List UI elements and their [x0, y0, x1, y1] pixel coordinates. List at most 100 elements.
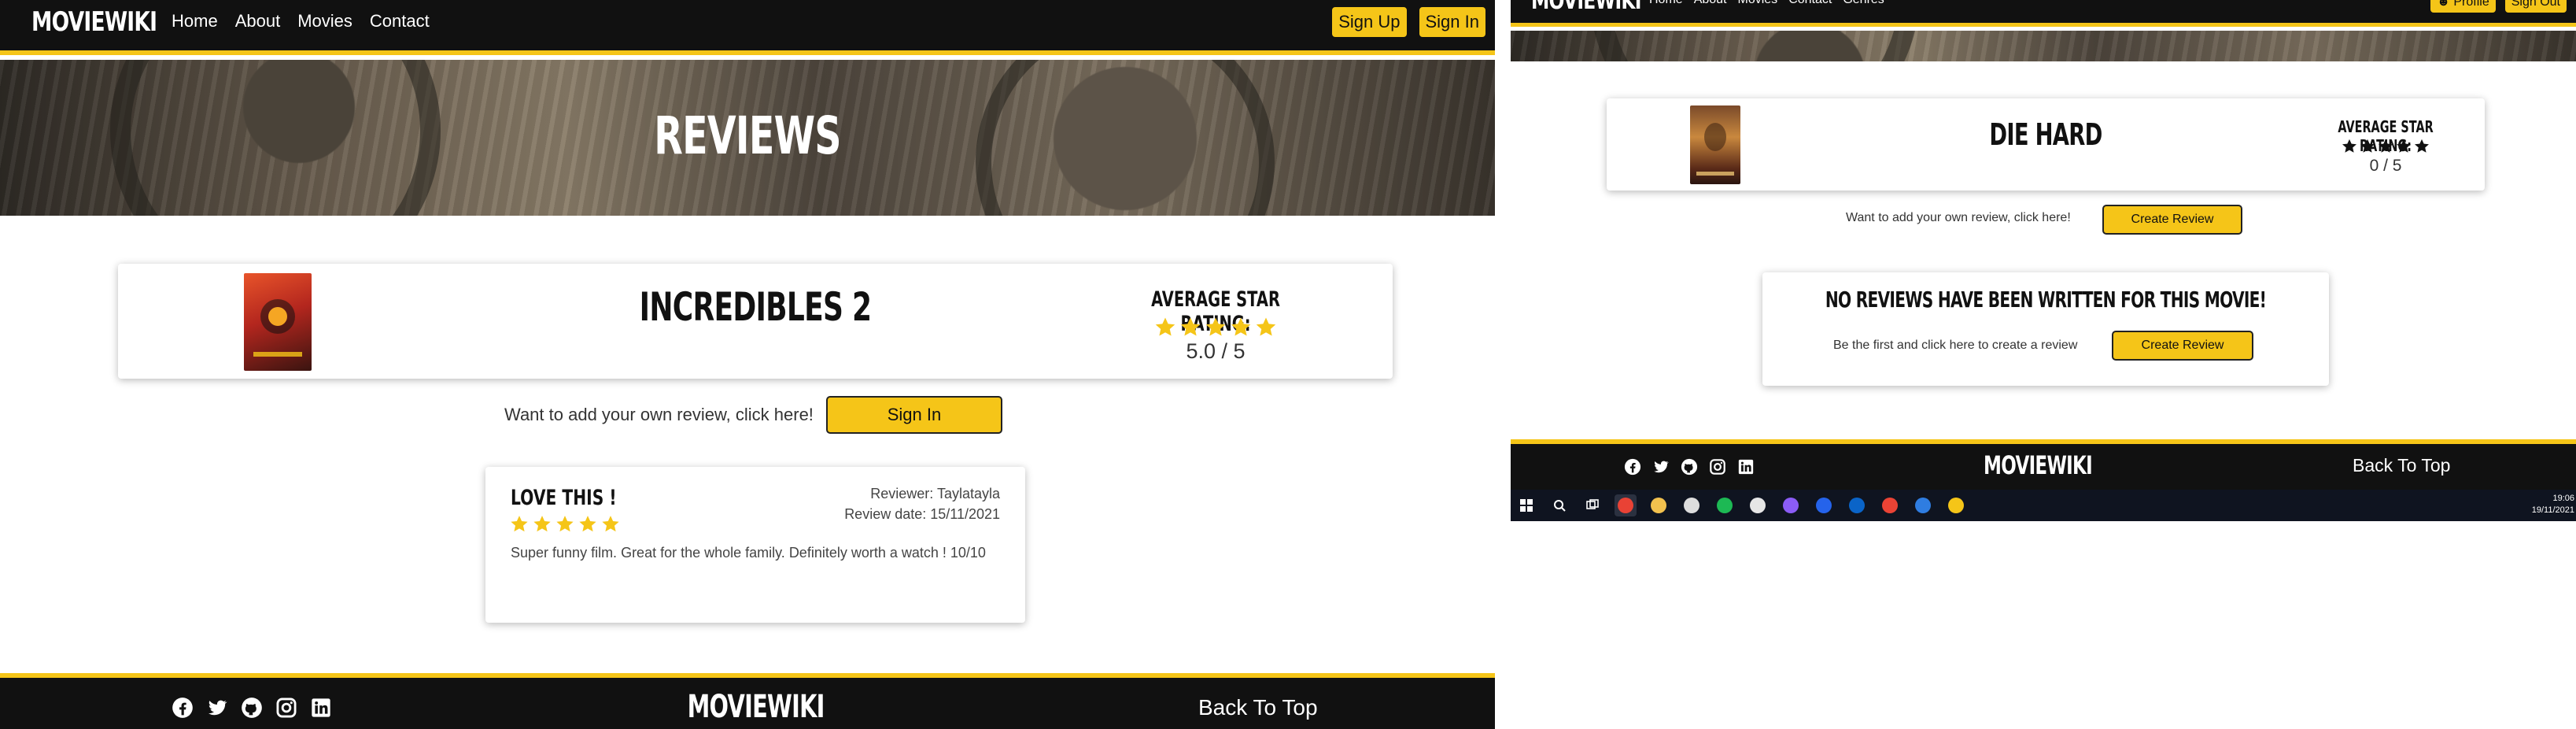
nav-link-home[interactable]: Home: [1649, 0, 1683, 7]
nav-link-genres[interactable]: Genres: [1843, 0, 1884, 7]
back-to-top-link[interactable]: Back To Top: [1198, 695, 1318, 720]
poster-art-icon: [253, 299, 302, 357]
brand-logo[interactable]: MOVIEWIKI: [31, 6, 157, 38]
file-explorer-icon[interactable]: [1648, 494, 1670, 516]
instagram-icon[interactable]: [1709, 458, 1726, 476]
film-reel-image: [1589, 31, 1920, 61]
average-rating-stars: [1094, 316, 1338, 342]
movie-poster: [1690, 105, 1740, 184]
nav-link-about[interactable]: About: [235, 11, 281, 31]
user-icon: ☻: [2437, 0, 2454, 9]
social-links: [172, 697, 332, 719]
nav-link-contact[interactable]: Contact: [370, 11, 430, 31]
average-rating-value: 5.0 / 5: [1186, 339, 1246, 363]
star-empty-icon: [2395, 138, 2412, 158]
star-empty-icon: [2377, 138, 2394, 158]
star-empty-icon: [2413, 138, 2430, 158]
star-empty-icon: [2359, 138, 2376, 158]
navbar: MOVIEWIKI Home About Movies Contact Genr…: [1511, 0, 2576, 27]
profile-button[interactable]: ☻ Profile: [2429, 0, 2497, 14]
clock-date: 19/11/2021: [2531, 505, 2574, 515]
create-review-button[interactable]: Create Review: [2102, 205, 2242, 235]
star-filled-icon: [555, 514, 575, 538]
footer: MOVIEWIKI Back To Top: [0, 673, 1495, 729]
chrome-icon[interactable]: [1615, 494, 1637, 516]
store-icon[interactable]: [1681, 494, 1703, 516]
star-empty-icon: [2341, 138, 2358, 158]
task-view-icon[interactable]: [1581, 494, 1604, 516]
no-reviews-text: Be the first and click here to create a …: [1833, 339, 2078, 352]
social-links: [1624, 458, 1755, 476]
windows-start-icon[interactable]: [1515, 494, 1537, 516]
hero-banner: REVIEWS: [0, 60, 1495, 216]
linkedin-icon[interactable]: [310, 697, 332, 719]
profile-button-label: Profile: [2453, 0, 2489, 9]
github-icon[interactable]: [241, 697, 263, 719]
twitter-icon[interactable]: [206, 697, 228, 719]
nav-link-about[interactable]: About: [1694, 0, 1727, 7]
back-to-top-link[interactable]: Back To Top: [2353, 455, 2450, 476]
app-icon[interactable]: [1747, 494, 1769, 516]
nav-link-home[interactable]: Home: [172, 11, 218, 31]
nav-links: Home About Movies Contact Genres: [1649, 0, 1884, 7]
star-filled-icon: [578, 514, 598, 538]
instagram-icon[interactable]: [275, 697, 297, 719]
create-review-button[interactable]: Create Review: [2112, 331, 2253, 361]
movie-title: DIE HARD: [1989, 117, 2102, 152]
review-date: Review date: 15/11/2021: [844, 506, 1000, 522]
nav-link-movies[interactable]: Movies: [1738, 0, 1778, 7]
sign-out-button[interactable]: Sign Out: [2503, 0, 2568, 14]
app-blue-icon[interactable]: [1813, 494, 1835, 516]
windows-taskbar: 19:06 19/11/2021: [1511, 490, 2576, 521]
footer-brand[interactable]: MOVIEWIKI: [1976, 450, 2100, 480]
sticky-notes-icon[interactable]: [1945, 494, 1967, 516]
left-pane: MOVIEWIKI Home About Movies Contact Sign…: [0, 0, 1495, 729]
nav-link-contact[interactable]: Contact: [1788, 0, 1832, 7]
star-filled-icon: [509, 514, 530, 538]
poster-art-icon: [1696, 123, 1734, 176]
gmail-icon[interactable]: [1879, 494, 1901, 516]
average-rating-value: 0 / 5: [2369, 157, 2402, 175]
movie-title: INCREDIBLES 2: [639, 284, 872, 330]
nav-link-movies[interactable]: Movies: [297, 11, 352, 31]
todo-icon[interactable]: [1912, 494, 1934, 516]
no-reviews-card: NO REVIEWS HAVE BEEN WRITTEN FOR THIS MO…: [1762, 272, 2329, 386]
facebook-icon[interactable]: [1624, 458, 1641, 476]
outlook-icon[interactable]: [1846, 494, 1868, 516]
facebook-icon[interactable]: [172, 697, 194, 719]
brand-logo[interactable]: MOVIEWIKI: [1531, 0, 1641, 15]
review-body: Super funny film. Great for the whole fa…: [511, 545, 986, 561]
nav-links: Home About Movies Contact: [172, 11, 430, 31]
spotify-icon[interactable]: [1714, 494, 1736, 516]
movie-card: DIE HARD AVERAGE STAR RATING: 0 / 5: [1607, 98, 2485, 191]
star-filled-icon: [1153, 316, 1177, 342]
star-filled-icon: [1204, 316, 1227, 342]
review-title: LOVE THIS !: [511, 486, 617, 510]
nav-buttons: Sign Up Sign In: [1330, 6, 1487, 39]
footer: MOVIEWIKI Back To Top: [1511, 439, 2576, 490]
star-filled-icon: [1254, 316, 1278, 342]
average-rating-stars: [2299, 138, 2472, 158]
twitter-icon[interactable]: [1652, 458, 1670, 476]
taskbar-clock[interactable]: 19:06 19/11/2021: [2532, 493, 2574, 516]
sign-up-button[interactable]: Sign Up: [1330, 6, 1408, 39]
movie-poster: [244, 273, 312, 371]
search-icon[interactable]: [1548, 494, 1570, 516]
nav-buttons: ☻ Profile Sign Out: [2429, 0, 2568, 14]
cta-sign-in-button[interactable]: Sign In: [826, 396, 1002, 434]
add-review-prompt: Want to add your own review, click here!: [504, 405, 814, 424]
review-card: LOVE THIS ! Reviewer: Taylatayla Review …: [485, 467, 1025, 623]
messenger-icon[interactable]: [1780, 494, 1802, 516]
star-filled-icon: [1179, 316, 1202, 342]
star-filled-icon: [600, 514, 621, 538]
linkedin-icon[interactable]: [1737, 458, 1755, 476]
star-filled-icon: [1229, 316, 1253, 342]
movie-card: INCREDIBLES 2 AVERAGE STAR RATING: 5.0 /…: [118, 264, 1393, 379]
footer-brand[interactable]: MOVIEWIKI: [688, 689, 825, 725]
reviewer-name: Reviewer: Taylatayla: [870, 486, 1000, 501]
sign-in-button[interactable]: Sign In: [1417, 6, 1487, 39]
clock-time: 19:06: [2552, 494, 2574, 503]
hero-banner: [1511, 31, 2576, 61]
navbar: MOVIEWIKI Home About Movies Contact Sign…: [0, 0, 1495, 55]
github-icon[interactable]: [1681, 458, 1698, 476]
